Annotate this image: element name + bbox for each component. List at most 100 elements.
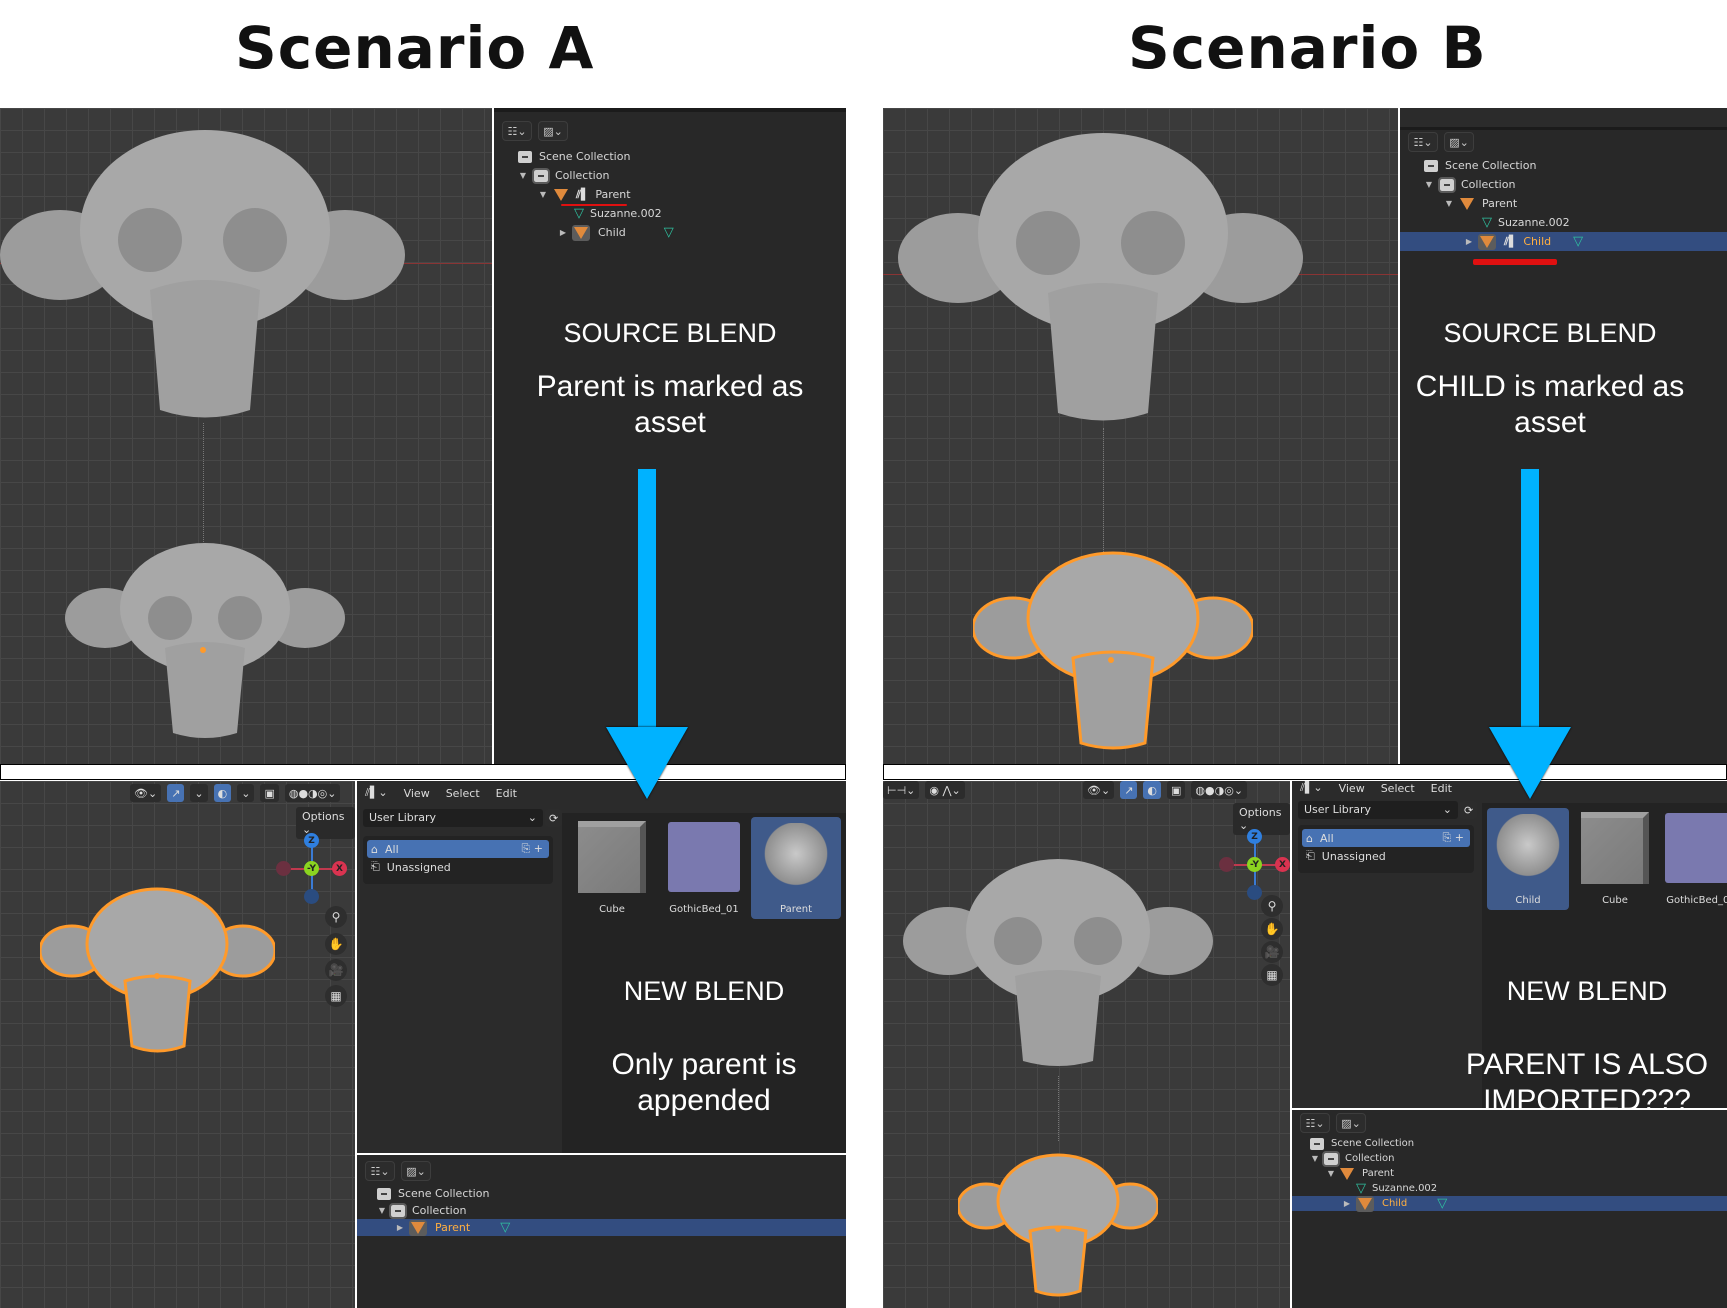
refresh-library-button[interactable]: ⟳ xyxy=(1460,801,1478,819)
scenario-a-new-outliner[interactable]: ☷⌄ ▨⌄ Scene Collection ▼ Collection ▶ Pa… xyxy=(357,1155,846,1308)
camera-icon[interactable]: 🎥 xyxy=(325,959,347,981)
outliner-row-scene-collection[interactable]: Scene Collection xyxy=(1292,1136,1727,1151)
outliner-row-scene-collection[interactable]: Scene Collection xyxy=(1400,156,1727,175)
filter-button[interactable]: ▨⌄ xyxy=(1336,1113,1366,1133)
display-mode-button[interactable]: ☷⌄ xyxy=(1408,132,1438,152)
asset-child[interactable]: Child xyxy=(1487,808,1569,910)
shading-modes[interactable]: ◍●◑◎⌄ xyxy=(1191,781,1248,799)
gizmo-neg-x-axis[interactable] xyxy=(1219,857,1234,872)
scenario-a-source-viewport[interactable] xyxy=(0,108,492,764)
outliner-row-child[interactable]: ▶ Child ▽ xyxy=(494,223,846,242)
menu-select[interactable]: Select xyxy=(1381,782,1415,795)
outliner-row-collection[interactable]: ▼ Collection xyxy=(357,1202,846,1219)
library-selector[interactable]: User Library ⌄ xyxy=(363,809,543,827)
outliner-row-parent[interactable]: ▼ Parent xyxy=(1292,1166,1727,1181)
outliner-row-parent[interactable]: ▼ ⫽▌ Parent xyxy=(494,185,846,204)
expand-right-icon[interactable]: ▶ xyxy=(1464,237,1474,246)
outliner-row-collection[interactable]: ▼ Collection xyxy=(494,166,846,185)
expand-down-icon[interactable]: ▼ xyxy=(1444,199,1454,208)
display-mode-button[interactable]: ☷⌄ xyxy=(502,121,532,141)
catalog-unassigned[interactable]: ⎗ Unassigned xyxy=(367,858,549,876)
menu-edit[interactable]: Edit xyxy=(496,787,517,800)
outliner-row-parent[interactable]: ▼ Parent xyxy=(1400,194,1727,213)
navigation-gizmo[interactable]: Z -Y X xyxy=(276,833,347,904)
overlay-dropdown[interactable]: ⌄ xyxy=(237,784,255,802)
menu-view[interactable]: View xyxy=(404,787,430,800)
gizmo-toggle[interactable]: ↗ xyxy=(1120,781,1138,799)
scenario-b-new-viewport[interactable]: ⊢⊣⌄ ◉ ⋀⌄ 👁⌄ ↗ ◐ ▣ ◍●◑◎⌄ Options ⌄ Z -Y X… xyxy=(883,781,1290,1308)
gizmo-x-axis[interactable]: X xyxy=(332,861,347,876)
expand-right-icon[interactable]: ▶ xyxy=(558,228,568,237)
refresh-library-button[interactable]: ⟳ xyxy=(545,809,563,827)
scenario-b-source-outliner[interactable]: ☷⌄ ▨⌄ Scene Collection ▼ Collection ▼ Pa… xyxy=(1400,108,1727,764)
menu-select[interactable]: Select xyxy=(446,787,480,800)
expand-down-icon[interactable]: ▼ xyxy=(538,190,548,199)
outliner-row-parent[interactable]: ▶ Parent ▽ xyxy=(357,1219,846,1236)
scenario-a-asset-browser[interactable]: ⫽▌⌄ View Select Edit User Library ⌄ ⟳ ⌂ A… xyxy=(357,781,846,1153)
outliner-row-suzanne[interactable]: ▽ Suzanne.002 xyxy=(1292,1181,1727,1196)
gizmo-x-axis[interactable]: X xyxy=(1275,857,1290,872)
outliner-row-suzanne[interactable]: ▽ Suzanne.002 xyxy=(1400,213,1727,232)
gizmo-neg-z-axis[interactable] xyxy=(1247,885,1262,900)
asset-gothicbed[interactable]: GothicBed_01 xyxy=(1660,808,1727,910)
display-mode-button[interactable]: ☷⌄ xyxy=(365,1161,395,1181)
expand-down-icon[interactable]: ▼ xyxy=(518,171,528,180)
shading-modes[interactable]: ◍●◑◎⌄ xyxy=(284,784,341,802)
overlay-toggle[interactable]: ◐ xyxy=(213,784,232,802)
scenario-b-new-outliner[interactable]: ☷⌄ ▨⌄ Scene Collection ▼ Collection ▼ Pa… xyxy=(1292,1110,1727,1308)
scenario-b-asset-browser[interactable]: ⫽▌⌄ View Select Edit User Library ⌄ ⟳ ⌂ A… xyxy=(1292,781,1727,1108)
outliner-row-scene-collection[interactable]: Scene Collection xyxy=(357,1185,846,1202)
camera-icon[interactable]: 🎥 xyxy=(1261,941,1283,963)
pan-hand-icon[interactable]: ✋ xyxy=(1261,918,1283,940)
outliner-row-child[interactable]: ▶ ⫽▌ Child ▽ xyxy=(1400,232,1727,251)
scenario-a-source-outliner[interactable]: ☷⌄ ▨⌄ Scene Collection ▼ Collection ▼ ⫽▌… xyxy=(494,108,846,764)
menu-view[interactable]: View xyxy=(1339,782,1365,795)
xray-toggle[interactable]: ▣ xyxy=(260,784,279,802)
catalog-all[interactable]: ⌂ All ⎘ + xyxy=(1302,829,1470,847)
outliner-row-collection[interactable]: ▼ Collection xyxy=(1292,1150,1727,1167)
catalog-unassigned[interactable]: ⎗ Unassigned xyxy=(1302,847,1470,865)
gizmo-dropdown[interactable]: ⌄ xyxy=(190,784,208,802)
filter-button[interactable]: ▨⌄ xyxy=(538,121,568,141)
asset-gothicbed[interactable]: GothicBed_01 xyxy=(659,817,749,919)
expand-down-icon[interactable]: ▼ xyxy=(377,1206,387,1215)
filter-button[interactable]: ▨⌄ xyxy=(1444,132,1474,152)
scenario-b-source-viewport[interactable] xyxy=(883,108,1398,764)
ortho-grid-icon[interactable]: ▦ xyxy=(1261,964,1283,986)
navigation-gizmo[interactable]: Z -Y X xyxy=(1219,829,1290,900)
overlay-toggle[interactable]: ◐ xyxy=(1143,781,1162,799)
gizmo-toggle[interactable]: ↗ xyxy=(167,784,185,802)
visibility-toggle[interactable]: 👁⌄ xyxy=(1083,781,1115,799)
gizmo-neg-z-axis[interactable] xyxy=(304,889,319,904)
gizmo-z-axis[interactable]: Z xyxy=(304,833,319,848)
display-mode-button[interactable]: ☷⌄ xyxy=(1300,1113,1330,1133)
asset-cube[interactable]: Cube xyxy=(567,817,657,919)
xray-toggle[interactable]: ▣ xyxy=(1167,781,1186,799)
expand-right-icon[interactable]: ▶ xyxy=(395,1223,405,1232)
filter-button[interactable]: ▨⌄ xyxy=(401,1161,431,1181)
outliner-row-scene-collection[interactable]: Scene Collection xyxy=(494,147,846,166)
zoom-icon[interactable]: ⚲ xyxy=(1261,895,1283,917)
editor-type-button[interactable]: ⫽▌⌄ xyxy=(365,786,388,800)
expand-down-icon[interactable]: ▼ xyxy=(1326,1169,1336,1178)
gizmo-neg-x-axis[interactable] xyxy=(276,861,291,876)
gizmo-z-axis[interactable]: Z xyxy=(1247,829,1262,844)
outliner-row-child[interactable]: ▶ Child ▽ xyxy=(1292,1195,1727,1212)
library-selector[interactable]: User Library ⌄ xyxy=(1298,801,1458,819)
expand-down-icon[interactable]: ▼ xyxy=(1310,1154,1320,1163)
menu-edit[interactable]: Edit xyxy=(1431,782,1452,795)
scenario-a-new-viewport[interactable]: 👁⌄ ↗ ⌄ ◐ ⌄ ▣ ◍●◑◎⌄ Options ⌄ Z -Y X ⚲ ✋ … xyxy=(0,781,355,1308)
proportional-toggle[interactable]: ◉ ⋀⌄ xyxy=(925,781,965,799)
pan-hand-icon[interactable]: ✋ xyxy=(325,933,347,955)
outliner-row-collection[interactable]: ▼ Collection xyxy=(1400,175,1727,194)
zoom-icon[interactable]: ⚲ xyxy=(325,906,347,928)
outliner-row-suzanne[interactable]: ▽ Suzanne.002 xyxy=(494,204,846,223)
snap-toggle[interactable]: ⊢⊣⌄ xyxy=(883,781,920,799)
gizmo-y-axis[interactable]: -Y xyxy=(1247,857,1262,872)
asset-parent[interactable]: Parent xyxy=(751,817,841,919)
asset-cube[interactable]: Cube xyxy=(1574,808,1656,910)
gizmo-y-axis[interactable]: -Y xyxy=(304,861,319,876)
expand-right-icon[interactable]: ▶ xyxy=(1342,1199,1352,1208)
ortho-grid-icon[interactable]: ▦ xyxy=(325,985,347,1007)
editor-type-button[interactable]: ⫽▌⌄ xyxy=(1300,781,1323,795)
